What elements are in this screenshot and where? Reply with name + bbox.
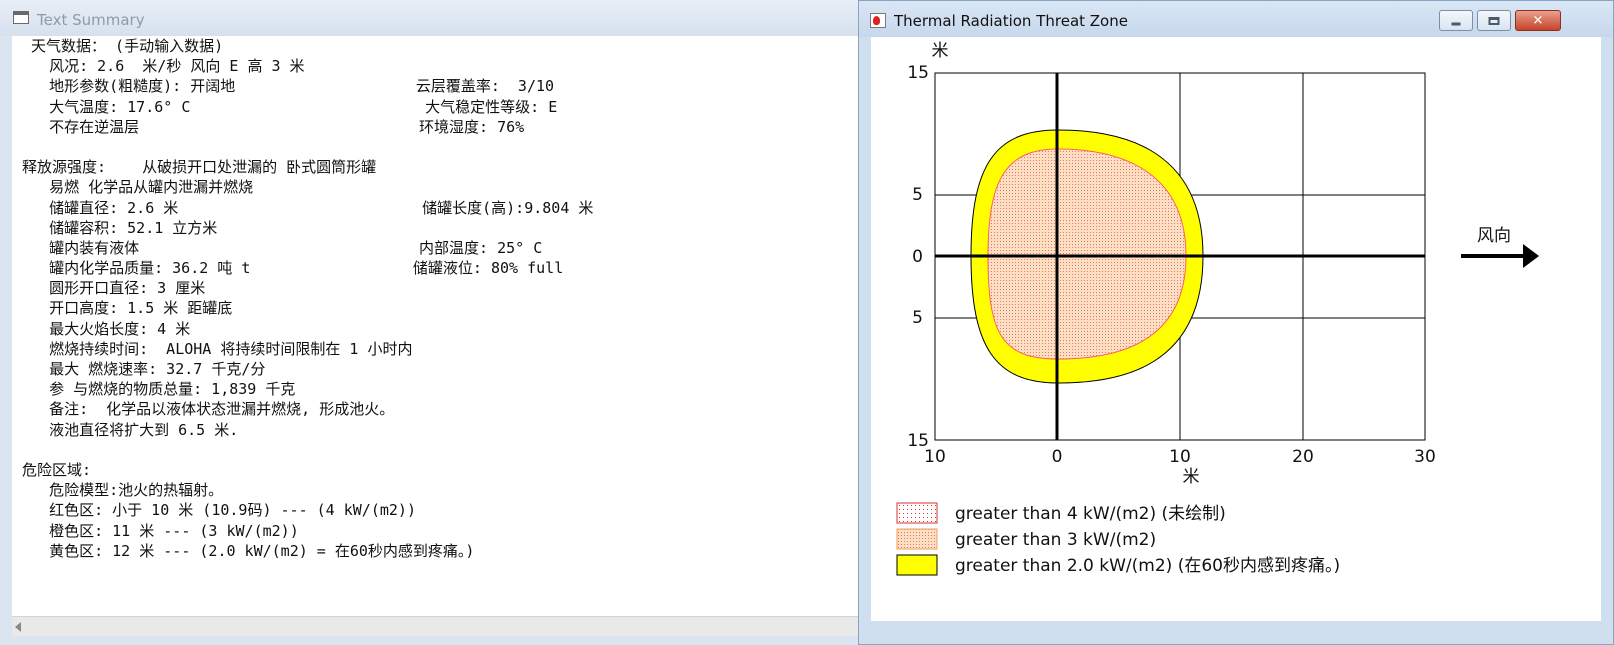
summary-line: 橙色区: 11 米 --- (3 kW/(m2)) bbox=[22, 521, 299, 540]
summary-line: 储罐直径: 2.6 米 储罐长度(高):9.804 米 bbox=[22, 198, 594, 217]
wind-arrow-icon bbox=[1523, 244, 1539, 268]
text-summary-titlebar[interactable]: Text Summary bbox=[0, 0, 859, 36]
summary-line: 圆形开口直径: 3 厘米 bbox=[22, 279, 206, 298]
legend-label-yellow: greater than 2.0 kW/(m2) (在60秒内感到疼痛。) bbox=[955, 556, 1340, 576]
maximize-icon bbox=[1488, 16, 1500, 25]
x-tick-label: 10 bbox=[924, 447, 946, 467]
summary-text-area[interactable]: 天气数据： (手动输入数据) 风况: 2.6 米/秒 风向 E 高 3 米 地形… bbox=[12, 36, 858, 616]
summary-line: 地形参数(粗糙度): 开阔地 云层覆盖率: 3/10 bbox=[22, 77, 555, 96]
maximize-button[interactable] bbox=[1477, 10, 1511, 31]
legend-label-orange: greater than 3 kW/(m2) bbox=[955, 530, 1156, 550]
summary-line: 最大火焰长度: 4 米 bbox=[22, 319, 191, 338]
y-unit-label: 米 bbox=[932, 41, 949, 61]
summary-line: 储罐容积: 52.1 立方米 bbox=[22, 218, 218, 237]
legend-label-red: greater than 4 kW/(m2) (未绘制) bbox=[955, 504, 1226, 524]
horizontal-scrollbar[interactable] bbox=[12, 616, 858, 636]
summary-line: 开口高度: 1.5 米 距罐底 bbox=[22, 299, 233, 318]
threat-zone-plot-area: 15 5 0 5 15 米 10 0 10 20 30 米 风向 greater… bbox=[871, 37, 1601, 621]
summary-line: 红色区: 小于 10 米 (10.9码) --- (4 kW/(m2)) bbox=[22, 501, 416, 520]
y-tick-label: 5 bbox=[912, 308, 923, 328]
summary-line: 易燃 化学品从罐内泄漏并燃烧 bbox=[22, 178, 254, 197]
text-summary-window: Text Summary 天气数据： (手动输入数据) 风况: 2.6 米/秒 … bbox=[0, 0, 860, 645]
summary-line: 液池直径将扩大到 6.5 米. bbox=[22, 420, 239, 439]
summary-line: 罐内装有液体 内部温度: 25° C bbox=[22, 238, 543, 257]
y-tick-label: 15 bbox=[907, 63, 929, 83]
x-tick-label: 0 bbox=[1052, 447, 1063, 467]
summary-line: 参 与燃烧的物质总量: 1,839 千克 bbox=[22, 380, 296, 399]
threat-zone-window-title: Thermal Radiation Threat Zone bbox=[894, 12, 1128, 30]
window-title: Text Summary bbox=[37, 11, 145, 29]
summary-line: 释放源强度: 从破损开口处泄漏的 卧式圆筒形罐 bbox=[22, 158, 377, 177]
wind-direction-label: 风向 bbox=[1477, 226, 1511, 246]
x-tick-label: 20 bbox=[1292, 447, 1314, 467]
summary-text: 天气数据： (手动输入数据) 风况: 2.6 米/秒 风向 E 高 3 米 地形… bbox=[12, 36, 858, 561]
legend-swatch-orange bbox=[896, 528, 938, 550]
y-tick-label: 5 bbox=[912, 185, 923, 205]
threat-zone-window: Thermal Radiation Threat Zone ✕ 15 5 0 5… bbox=[858, 0, 1614, 645]
threat-zone-app-icon bbox=[870, 13, 886, 28]
x-tick-label: 30 bbox=[1414, 447, 1436, 467]
y-tick-label: 0 bbox=[912, 247, 923, 267]
summary-line: 风况: 2.6 米/秒 风向 E 高 3 米 bbox=[22, 57, 305, 76]
threat-zone-titlebar[interactable]: Thermal Radiation Threat Zone ✕ bbox=[859, 1, 1613, 37]
orange-zone bbox=[987, 148, 1187, 360]
summary-line: 燃烧持续时间: ALOHA 将持续时间限制在 1 小时内 bbox=[22, 339, 413, 358]
summary-line: 大气温度: 17.6° C 大气稳定性等级: E bbox=[22, 97, 558, 116]
legend-swatch-yellow bbox=[896, 554, 938, 576]
close-button[interactable]: ✕ bbox=[1515, 10, 1561, 31]
threat-zone-plot: 15 5 0 5 15 米 10 0 10 20 30 米 风向 greater… bbox=[896, 41, 1539, 576]
close-icon: ✕ bbox=[1532, 13, 1544, 28]
x-unit-label: 米 bbox=[1183, 467, 1200, 487]
scroll-left-arrow-icon[interactable] bbox=[15, 622, 21, 632]
summary-line: 危险区域: bbox=[22, 460, 92, 479]
summary-line: 罐内化学品质量: 36.2 吨 t 储罐液位: 80% full bbox=[22, 259, 564, 278]
minimize-icon bbox=[1451, 22, 1461, 25]
summary-line: 天气数据： (手动输入数据) bbox=[22, 37, 224, 55]
summary-line: 黄色区: 12 米 --- (2.0 kW/(m2) = 在60秒内感到疼痛。) bbox=[22, 541, 475, 560]
window-app-icon bbox=[13, 11, 29, 24]
x-tick-label: 10 bbox=[1169, 447, 1191, 467]
summary-line: 备注: 化学品以液体状态泄漏并燃烧, 形成池火。 bbox=[22, 400, 395, 419]
summary-line: 不存在逆温层 环境湿度: 76% bbox=[22, 117, 525, 136]
minimize-button[interactable] bbox=[1439, 10, 1473, 31]
summary-line: 危险模型:池火的热辐射。 bbox=[22, 481, 224, 500]
summary-line: 最大 燃烧速率: 32.7 千克/分 bbox=[22, 360, 266, 378]
legend-swatch-red bbox=[896, 502, 938, 524]
